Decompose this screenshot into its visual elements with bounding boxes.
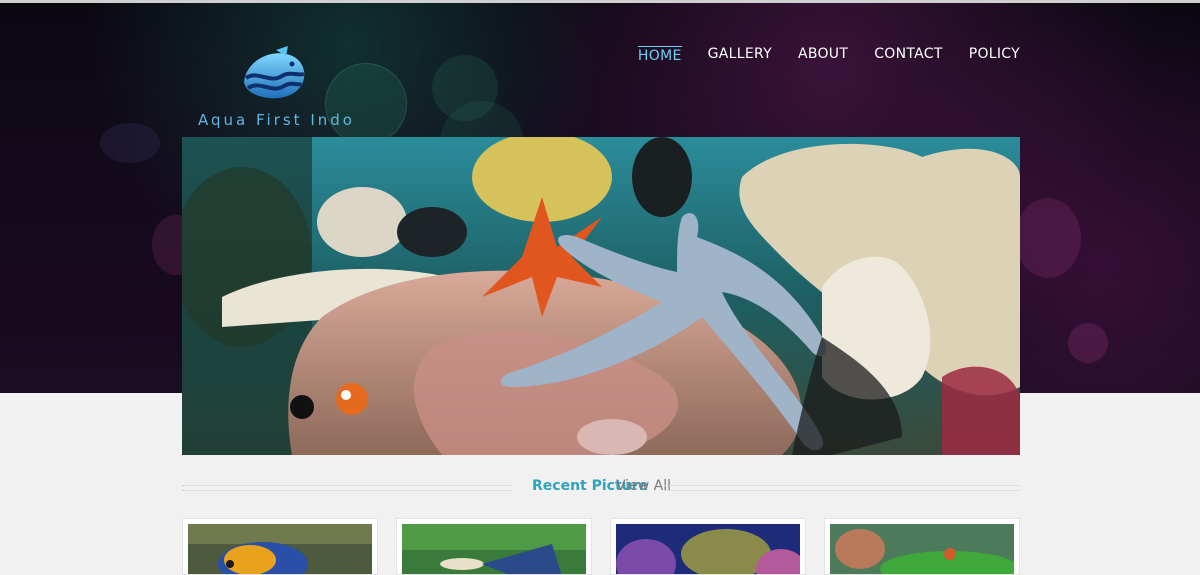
nav-contact-label: CONTACT [874,46,943,62]
thumbnail-image [188,524,372,574]
bokeh-circle [1068,323,1108,363]
divider-line [182,485,512,491]
thumbnail-image [402,524,586,574]
thumbnail-image [830,524,1014,574]
nav-policy-label: POLICY [968,46,1020,62]
nav-home[interactable]: HOME [637,46,682,66]
site-logo[interactable]: Aqua First Indo [196,40,356,135]
bokeh-circle [100,123,160,163]
thumbnail-guppy[interactable] [396,518,592,575]
fish-wave-icon [236,44,308,104]
thumbnail-image [616,524,800,574]
bokeh-circle [1015,198,1081,278]
nav-home-label: HOME [637,48,682,64]
nav-contact[interactable]: CONTACT [874,46,943,66]
nav-gallery[interactable]: GALLERY [708,46,772,66]
recent-pictures-grid [182,518,1020,575]
divider-line [664,485,1020,491]
nav-about[interactable]: ABOUT [798,46,848,66]
hero-banner-image [182,137,1020,455]
thumbnail-planted-aquarium[interactable] [824,518,1020,575]
main-nav: HOME GALLERY ABOUT CONTACT POLICY [637,46,1020,66]
view-all-link[interactable]: View All [616,478,671,494]
nav-policy[interactable]: POLICY [969,46,1020,66]
logo-text: Aqua First Indo [198,111,355,129]
thumbnail-angelfish[interactable] [182,518,378,575]
recent-picture-header: Recent Picture View All [182,475,1020,497]
nav-about-label: ABOUT [797,46,849,62]
thumbnail-coral-reef[interactable] [610,518,806,575]
nav-gallery-label: GALLERY [707,46,772,62]
